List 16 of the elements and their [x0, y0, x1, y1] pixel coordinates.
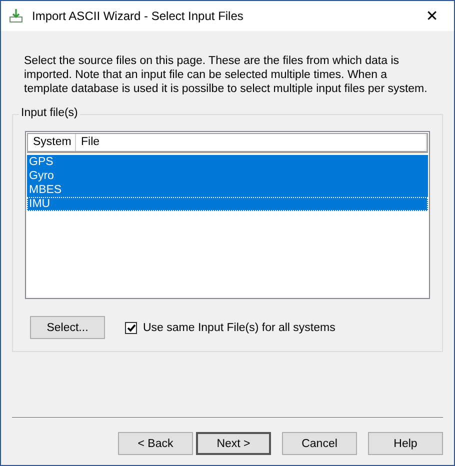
list-row[interactable]: Gyro: [27, 169, 428, 183]
select-button[interactable]: Select...: [30, 316, 105, 339]
group-title: Input file(s): [19, 107, 80, 119]
wizard-button[interactable]: Cancel: [282, 432, 357, 455]
list-row[interactable]: IMU: [27, 197, 428, 211]
checkbox[interactable]: [125, 322, 137, 334]
description-text: Select the source files on this page. These are the files from which data is imported. Note that an input file can be selected multiple times. When a template database is used it is possilbe to select multiple input files per system.: [24, 54, 428, 96]
wizard-button[interactable]: < Back: [118, 432, 193, 455]
import-icon: [8, 8, 24, 24]
systems-list[interactable]: System File GPS Gyro MBES IMU: [25, 131, 430, 299]
window-title: Import ASCII Wizard - Select Input Files: [32, 9, 244, 23]
close-button[interactable]: ✕: [410, 1, 454, 31]
wizard-button[interactable]: Next >: [196, 432, 271, 455]
wizard-button[interactable]: Help: [368, 432, 443, 455]
list-row[interactable]: MBES: [27, 183, 428, 197]
list-row[interactable]: GPS: [27, 155, 428, 169]
